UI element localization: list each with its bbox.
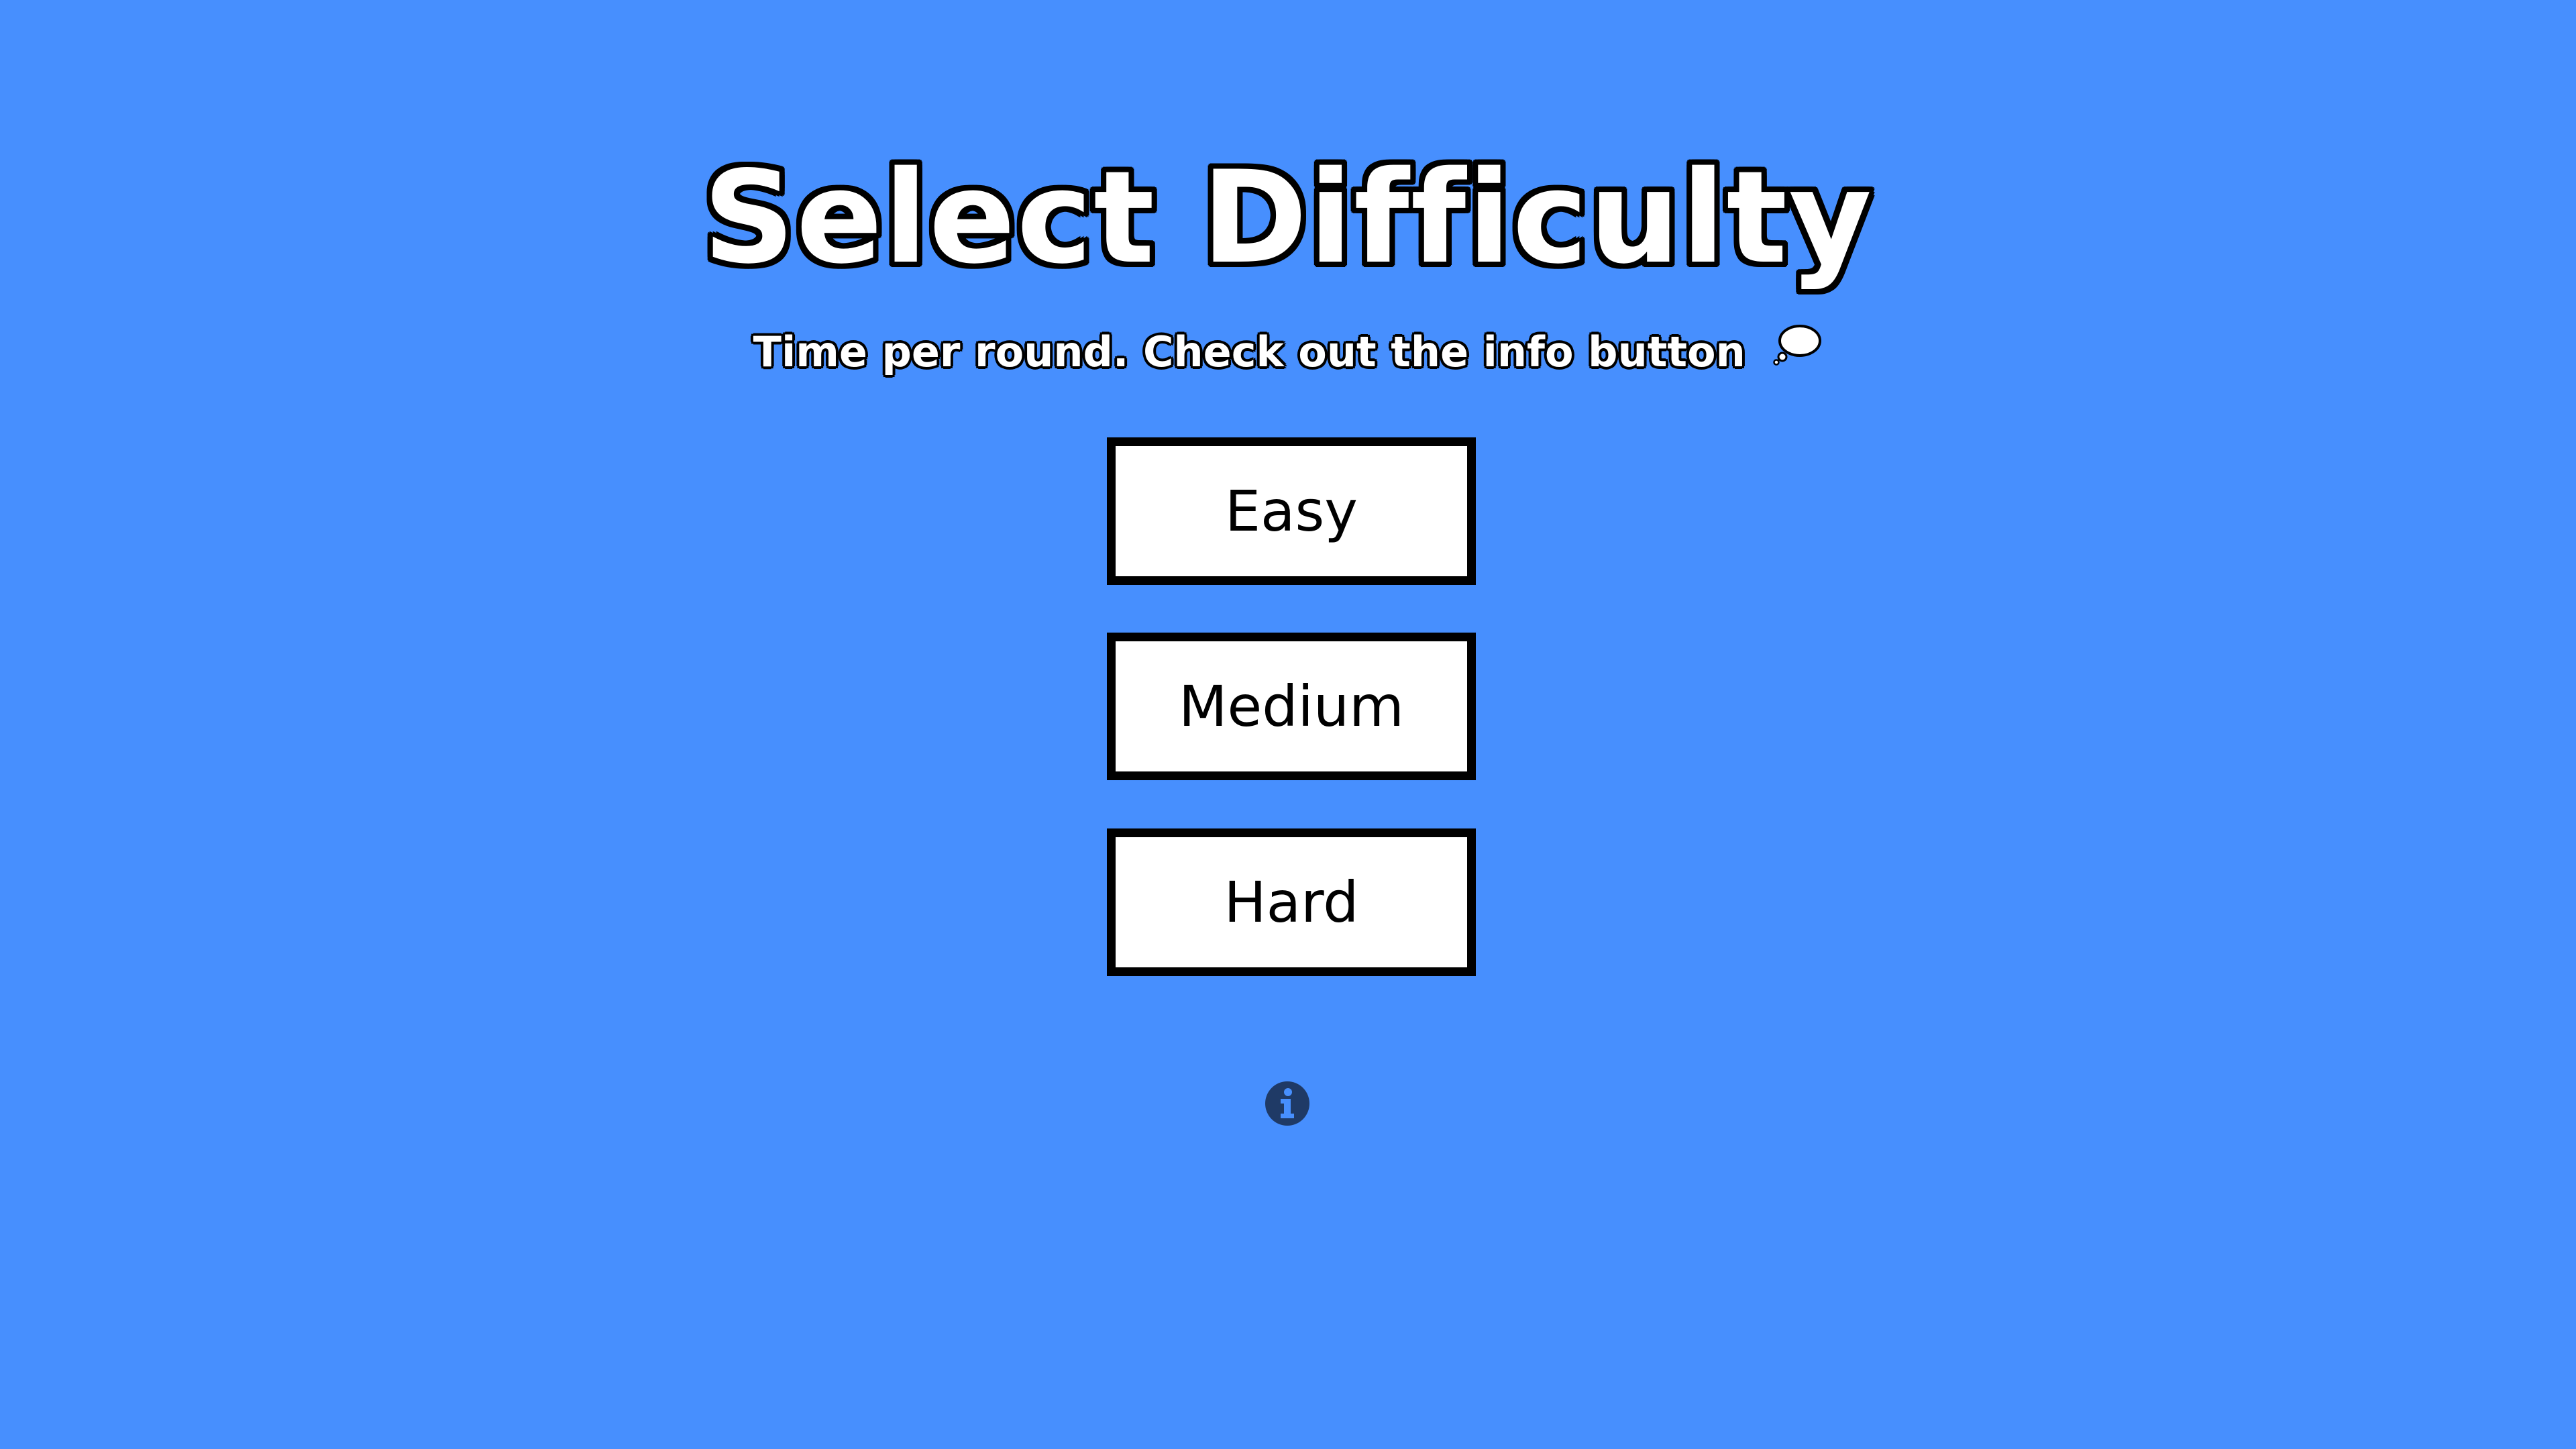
medium-button[interactable]: Medium (1107, 633, 1476, 780)
thought-bubble-icon (1772, 322, 1823, 379)
info-circle-icon (1265, 1081, 1309, 1126)
subtitle-text: Time per round. Check out the info butto… (753, 327, 1746, 376)
page-title: Select Difficulty (702, 144, 1874, 292)
easy-button[interactable]: Easy (1107, 437, 1476, 585)
info-button[interactable] (1265, 1081, 1310, 1126)
subtitle: Time per round. Check out the info butto… (0, 325, 2576, 383)
hard-button[interactable]: Hard (1107, 828, 1476, 976)
